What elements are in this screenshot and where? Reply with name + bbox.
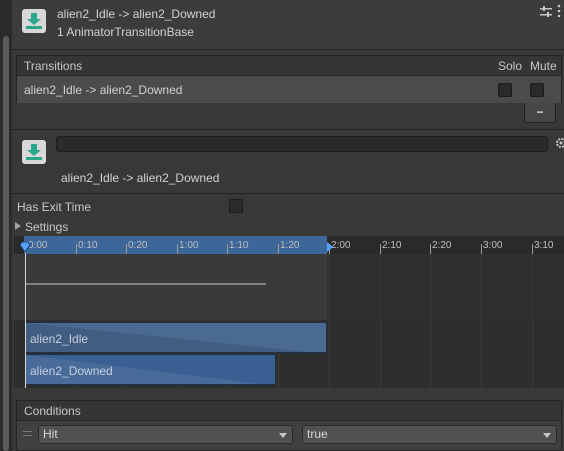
source-state-bar[interactable]: alien2_Idle xyxy=(25,322,327,353)
inspector-header: alien2_Idle -> alien2_Downed 1 AnimatorT… xyxy=(12,0,564,50)
transitions-list: Transitions Solo Mute alien2_Idle -> ali… xyxy=(16,55,562,103)
section-divider xyxy=(12,193,564,194)
tick-mark xyxy=(126,244,127,254)
tick-mark xyxy=(532,244,533,254)
transition-curve xyxy=(25,283,266,285)
conditions-list: Conditions Hit true xyxy=(16,400,562,451)
tick-label: 1:20 xyxy=(280,240,300,251)
transition-name-field[interactable] xyxy=(56,136,548,152)
solo-column-label: Solo xyxy=(498,59,523,73)
transition-display-name: alien2_Idle -> alien2_Downed xyxy=(61,171,220,185)
settings-label: Settings xyxy=(25,220,69,234)
transition-asset-icon xyxy=(22,9,46,33)
tick-label: 2:10 xyxy=(382,240,402,251)
tick-mark xyxy=(380,244,381,254)
condition-value-dropdown[interactable]: true xyxy=(302,425,557,444)
kebab-menu-icon[interactable] xyxy=(556,4,562,18)
gear-icon[interactable] xyxy=(554,137,564,149)
transitions-header: Transitions Solo Mute xyxy=(17,56,561,76)
tick-mark xyxy=(278,244,279,254)
tick-label: 1:10 xyxy=(229,240,249,251)
destination-state-bar[interactable]: alien2_Downed xyxy=(25,354,276,385)
condition-parameter-value: Hit xyxy=(43,427,58,441)
conditions-label: Conditions xyxy=(24,404,81,418)
conditions-header: Conditions xyxy=(17,401,561,421)
tick-mark xyxy=(430,244,431,254)
drag-handle-icon[interactable] xyxy=(23,431,32,436)
sliders-icon[interactable] xyxy=(540,6,552,18)
tick-mark xyxy=(177,244,178,254)
transitions-label: Transitions xyxy=(24,59,83,73)
transition-row-label: alien2_Idle -> alien2_Downed xyxy=(24,83,183,97)
tick-label: 3:10 xyxy=(534,240,554,251)
tick-label: 2:20 xyxy=(432,240,452,251)
scrollbar-track[interactable] xyxy=(0,0,12,451)
condition-parameter-dropdown[interactable]: Hit xyxy=(38,425,293,444)
tick-label: 1:00 xyxy=(179,240,199,251)
transition-row[interactable]: alien2_Idle -> alien2_Downed xyxy=(17,76,561,103)
scrollbar-thumb[interactable] xyxy=(3,36,9,451)
has-exit-time-checkbox[interactable] xyxy=(229,199,243,213)
time-ruler[interactable]: 0:00 0:10 0:20 1:00 1:10 1:20 2:00 2:10 … xyxy=(14,236,564,254)
condition-value-text: true xyxy=(307,427,328,441)
timeline-playhead[interactable] xyxy=(25,254,26,388)
transition-icon xyxy=(22,140,46,164)
tick-mark xyxy=(76,244,77,254)
tick-label: 0:10 xyxy=(78,240,98,251)
transition-timeline[interactable]: 0:00 0:10 0:20 1:00 1:10 1:20 2:00 2:10 … xyxy=(14,236,564,388)
tick-label: 0:00 xyxy=(28,240,48,251)
source-state-label: alien2_Idle xyxy=(30,332,89,346)
section-divider xyxy=(12,129,564,130)
header-title: alien2_Idle -> alien2_Downed xyxy=(57,7,216,21)
dropdown-arrow-icon xyxy=(543,433,551,438)
dropdown-arrow-icon xyxy=(279,433,287,438)
transition-start-marker-icon[interactable] xyxy=(20,242,30,252)
mute-checkbox[interactable] xyxy=(530,83,544,97)
header-subtitle: 1 AnimatorTransitionBase xyxy=(57,25,194,39)
tick-label: 2:00 xyxy=(331,240,351,251)
tick-label: 3:00 xyxy=(483,240,503,251)
tick-mark xyxy=(481,244,482,254)
transition-end-marker-icon[interactable] xyxy=(326,242,333,252)
tick-mark xyxy=(227,244,228,254)
destination-state-label: alien2_Downed xyxy=(30,364,113,378)
foldout-arrow-icon xyxy=(15,222,21,230)
tick-label: 0:20 xyxy=(128,240,148,251)
mute-column-label: Mute xyxy=(530,59,557,73)
remove-transition-button[interactable]: − xyxy=(524,103,556,123)
has-exit-time-label: Has Exit Time xyxy=(17,200,92,214)
settings-foldout[interactable]: Settings xyxy=(15,220,68,234)
solo-checkbox[interactable] xyxy=(498,83,512,97)
